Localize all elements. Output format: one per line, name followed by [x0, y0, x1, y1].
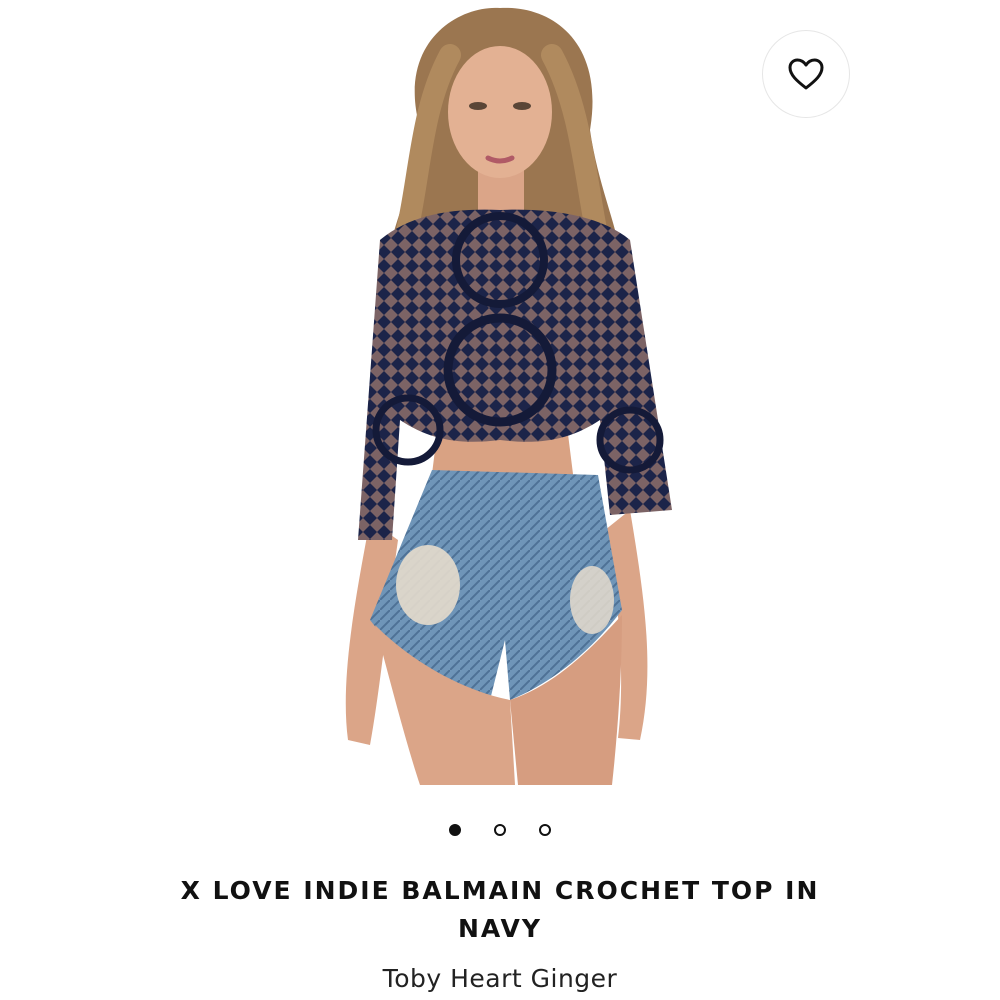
carousel-indicator	[0, 820, 1000, 844]
heart-outline-icon	[788, 58, 824, 90]
product-page: X LOVE INDIE BALMAIN CROCHET TOP IN NAVY…	[0, 0, 1000, 1000]
seller-name[interactable]: Toby Heart Ginger	[150, 962, 850, 996]
product-photo	[345, 7, 672, 785]
carousel-dot-3[interactable]	[539, 824, 551, 836]
product-title: X LOVE INDIE BALMAIN CROCHET TOP IN NAVY	[180, 876, 820, 943]
carousel-dot-1[interactable]	[449, 824, 461, 836]
product-image[interactable]	[300, 0, 700, 790]
carousel-dot-2[interactable]	[494, 824, 506, 836]
wishlist-button[interactable]	[762, 30, 850, 118]
